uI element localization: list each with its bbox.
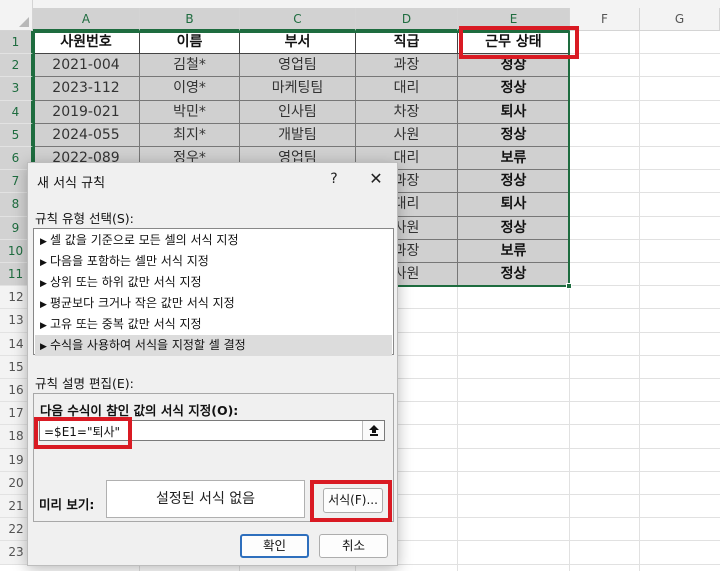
fill-handle[interactable] (566, 283, 572, 289)
rule-type-text: 다음을 포함하는 셀만 서식 지정 (50, 254, 209, 268)
column-gridline (639, 31, 640, 571)
cancel-button[interactable]: 취소 (319, 534, 388, 558)
data-cell[interactable]: 정상 (458, 54, 570, 78)
data-cell[interactable]: 김철* (140, 54, 240, 78)
data-cell[interactable]: 2021-004 (33, 54, 140, 78)
rule-type-text: 평균보다 크거나 작은 값만 서식 지정 (50, 296, 235, 310)
header-cell[interactable]: 근무 상태 (458, 31, 570, 55)
data-cell[interactable]: 이영* (140, 77, 240, 101)
rule-description-panel: 다음 수식이 참인 값의 서식 지정(O): =$E1="퇴사" 미리 보기: … (33, 393, 394, 522)
data-cell[interactable]: 사원 (356, 123, 458, 147)
data-cell[interactable]: 정상 (458, 216, 570, 240)
data-cell[interactable]: 퇴사 (458, 193, 570, 217)
data-cell[interactable]: 정상 (458, 77, 570, 101)
rule-type-item[interactable]: ▶ 수식을 사용하여 서식을 지정할 셀 결정 (35, 335, 392, 356)
edit-rule-label: 규칙 설명 편집(E): (35, 376, 134, 391)
data-cell[interactable]: 마케팅팀 (240, 77, 356, 101)
data-cell[interactable]: 2023-112 (33, 77, 140, 101)
column-header-e[interactable]: E (458, 8, 570, 31)
formula-label: 다음 수식이 참인 값의 서식 지정(O): (40, 403, 239, 418)
data-cell[interactable]: 보류 (458, 147, 570, 171)
rule-type-text: 고유 또는 중복 값만 서식 지정 (50, 317, 202, 331)
data-cell[interactable]: 정상 (458, 170, 570, 194)
data-cell[interactable]: 정상 (458, 263, 570, 287)
rule-type-item[interactable]: ▶ 평균보다 크거나 작은 값만 서식 지정 (35, 293, 392, 314)
column-header-g[interactable]: G (640, 8, 720, 31)
bullet-arrow-icon: ▶ (40, 279, 47, 289)
close-icon[interactable]: ✕ (366, 169, 386, 189)
data-cell[interactable]: 2024-055 (33, 123, 140, 147)
rule-type-item[interactable]: ▶ 다음을 포함하는 셀만 서식 지정 (35, 251, 392, 272)
rule-type-item[interactable]: ▶ 상위 또는 하위 값만 서식 지정 (35, 272, 392, 293)
formula-value: =$E1="퇴사" (44, 425, 121, 439)
header-cell[interactable]: 부서 (240, 31, 356, 55)
data-cell[interactable]: 대리 (356, 77, 458, 101)
row-header-3[interactable]: 3 (0, 77, 33, 101)
rule-type-item[interactable]: ▶ 셀 값을 기준으로 모든 셀의 서식 지정 (35, 230, 392, 251)
data-cell[interactable]: 2019-021 (33, 100, 140, 124)
rule-type-item[interactable]: ▶ 고유 또는 중복 값만 서식 지정 (35, 314, 392, 335)
column-header-d[interactable]: D (356, 8, 458, 31)
format-button[interactable]: 서식(F)... (323, 488, 383, 513)
rule-type-list[interactable]: ▶ 셀 값을 기준으로 모든 셀의 서식 지정 ▶ 다음을 포함하는 셀만 서식 지정… (33, 228, 394, 356)
rule-type-text: 셀 값을 기준으로 모든 셀의 서식 지정 (50, 233, 239, 247)
help-icon[interactable]: ? (324, 169, 344, 189)
data-cell[interactable]: 개발팀 (240, 123, 356, 147)
data-cell[interactable]: 보류 (458, 239, 570, 263)
rule-type-text: 수식을 사용하여 서식을 지정할 셀 결정 (50, 338, 246, 352)
preview-label: 미리 보기: (39, 497, 95, 512)
bullet-arrow-icon: ▶ (40, 258, 47, 268)
collapse-dialog-icon[interactable] (362, 421, 384, 440)
ok-button[interactable]: 확인 (240, 534, 309, 558)
preview-box: 설정된 서식 없음 (106, 480, 305, 518)
data-cell[interactable]: 박민* (140, 100, 240, 124)
column-header-b[interactable]: B (140, 8, 240, 31)
row-header-1[interactable]: 1 (0, 31, 33, 55)
column-header-a[interactable]: A (33, 8, 140, 31)
data-cell[interactable]: 인사팀 (240, 100, 356, 124)
bullet-arrow-icon: ▶ (40, 237, 47, 247)
formula-input[interactable]: =$E1="퇴사" (39, 420, 385, 441)
data-cell[interactable]: 퇴사 (458, 100, 570, 124)
bullet-arrow-icon: ▶ (40, 300, 47, 310)
row-header-4[interactable]: 4 (0, 100, 33, 124)
rule-type-text: 상위 또는 하위 값만 서식 지정 (50, 275, 202, 289)
column-header-c[interactable]: C (240, 8, 356, 31)
data-cell[interactable]: 최지* (140, 123, 240, 147)
data-cell[interactable]: 정상 (458, 123, 570, 147)
rule-type-label: 규칙 유형 선택(S): (35, 211, 134, 226)
header-cell[interactable]: 이름 (140, 31, 240, 55)
data-cell[interactable]: 과장 (356, 54, 458, 78)
bullet-arrow-icon: ▶ (40, 321, 47, 331)
header-cell[interactable]: 직급 (356, 31, 458, 55)
column-header-f[interactable]: F (570, 8, 640, 31)
new-formatting-rule-dialog: 새 서식 규칙 ? ✕ 규칙 유형 선택(S): ▶ 셀 값을 기준으로 모든 셀… (27, 162, 398, 566)
data-cell[interactable]: 영업팀 (240, 54, 356, 78)
row-header-2[interactable]: 2 (0, 54, 33, 78)
row-header-5[interactable]: 5 (0, 123, 33, 147)
dialog-title: 새 서식 규칙 (37, 176, 106, 191)
header-cell[interactable]: 사원번호 (33, 31, 140, 55)
data-cell[interactable]: 차장 (356, 100, 458, 124)
select-all-triangle-icon (19, 17, 29, 27)
bullet-arrow-icon: ▶ (40, 342, 47, 352)
select-all-corner[interactable] (0, 0, 33, 31)
